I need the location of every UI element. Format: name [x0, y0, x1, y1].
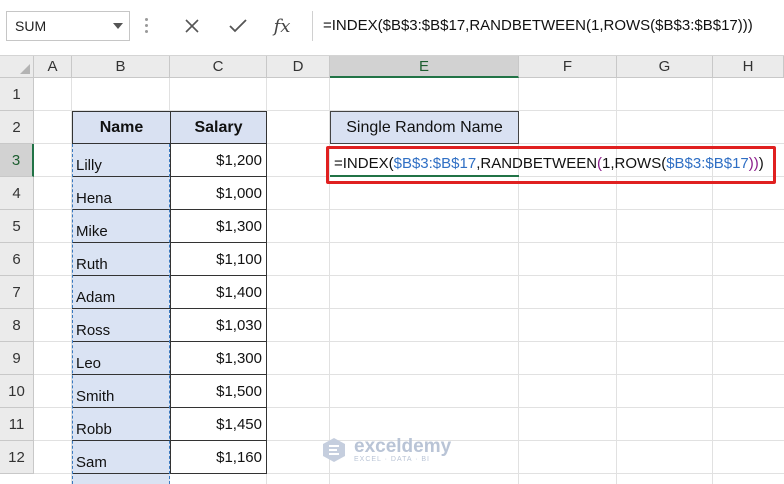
drag-handle-icon[interactable]: [145, 18, 148, 34]
cell-formula-text[interactable]: =INDEX($B$3:$B$17,RANDBETWEEN(1,ROWS($B$…: [334, 155, 764, 172]
column-header-e[interactable]: E: [330, 56, 519, 78]
row-header-10[interactable]: 10: [0, 375, 34, 408]
column-header-h[interactable]: H: [713, 56, 784, 78]
formula-text: =INDEX($B$3:$B$17,RANDBETWEEN(1,ROWS($B$…: [323, 17, 753, 34]
table-cell-salary[interactable]: $1,300: [170, 210, 267, 243]
formula-range-reference: $B$3:$B$17: [666, 155, 749, 172]
watermark-tagline: EXCEL · DATA · BI: [354, 455, 430, 463]
table-header-salary[interactable]: Salary: [170, 111, 267, 144]
cancel-button[interactable]: [178, 12, 206, 40]
table-cell-salary[interactable]: $1,000: [170, 177, 267, 210]
row-header-9[interactable]: 9: [0, 342, 34, 375]
formula-part: ): [758, 155, 764, 172]
column-header-a[interactable]: A: [34, 56, 72, 78]
check-icon: [229, 19, 247, 33]
column-header-b[interactable]: B: [72, 56, 170, 78]
table-cell-salary[interactable]: $1,160: [170, 441, 267, 474]
formula-bar: SUM fx =INDEX($B$3:$B$17,RANDBETWEEN(1,R…: [0, 0, 784, 56]
chevron-down-icon[interactable]: [113, 23, 123, 29]
enter-button[interactable]: [224, 12, 252, 40]
formula-part: ,RANDBETWEEN: [476, 155, 598, 172]
table-cell-salary[interactable]: $1,450: [170, 408, 267, 441]
result-title-cell[interactable]: Single Random Name: [330, 111, 519, 144]
close-icon: [185, 19, 199, 33]
insert-function-button[interactable]: fx: [268, 12, 296, 40]
column-header-f[interactable]: F: [519, 56, 617, 78]
table-cell-salary[interactable]: $1,300: [170, 342, 267, 375]
name-box[interactable]: SUM: [6, 11, 130, 41]
table-cell-salary[interactable]: $1,500: [170, 375, 267, 408]
row-header-11[interactable]: 11: [0, 408, 34, 441]
formula-paren: )): [748, 155, 759, 172]
row-header-8[interactable]: 8: [0, 309, 34, 342]
exceldemy-logo-icon: [323, 438, 345, 462]
row-header-3[interactable]: 3: [0, 144, 34, 177]
watermark: exceldemy EXCEL · DATA · BI: [320, 436, 451, 464]
name-box-value: SUM: [15, 18, 47, 34]
formula-part: 1,ROWS(: [602, 155, 667, 172]
row-header-5[interactable]: 5: [0, 210, 34, 243]
table-cell-salary[interactable]: $1,200: [170, 144, 267, 177]
row-header-6[interactable]: 6: [0, 243, 34, 276]
table-cell-salary[interactable]: $1,100: [170, 243, 267, 276]
formula-input[interactable]: =INDEX($B$3:$B$17,RANDBETWEEN(1,ROWS($B$…: [312, 11, 784, 41]
row-header-12[interactable]: 12: [0, 441, 34, 474]
column-header-g[interactable]: G: [617, 56, 713, 78]
range-reference-outline: [72, 144, 170, 484]
table-header-name[interactable]: Name: [72, 111, 171, 144]
column-header-c[interactable]: C: [170, 56, 267, 78]
row-header-4[interactable]: 4: [0, 177, 34, 210]
table-cell-salary[interactable]: $1,400: [170, 276, 267, 309]
row-header-2[interactable]: 2: [0, 111, 34, 144]
formula-range-reference: $B$3:$B$17: [393, 155, 477, 172]
table-cell-salary[interactable]: $1,030: [170, 309, 267, 342]
watermark-name: exceldemy: [354, 435, 452, 457]
select-all-button[interactable]: [0, 56, 34, 78]
row-header-1[interactable]: 1: [0, 78, 34, 111]
row-header-7[interactable]: 7: [0, 276, 34, 309]
formula-part: =INDEX(: [334, 155, 394, 172]
column-header-d[interactable]: D: [267, 56, 330, 78]
fx-icon: fx: [273, 15, 291, 37]
